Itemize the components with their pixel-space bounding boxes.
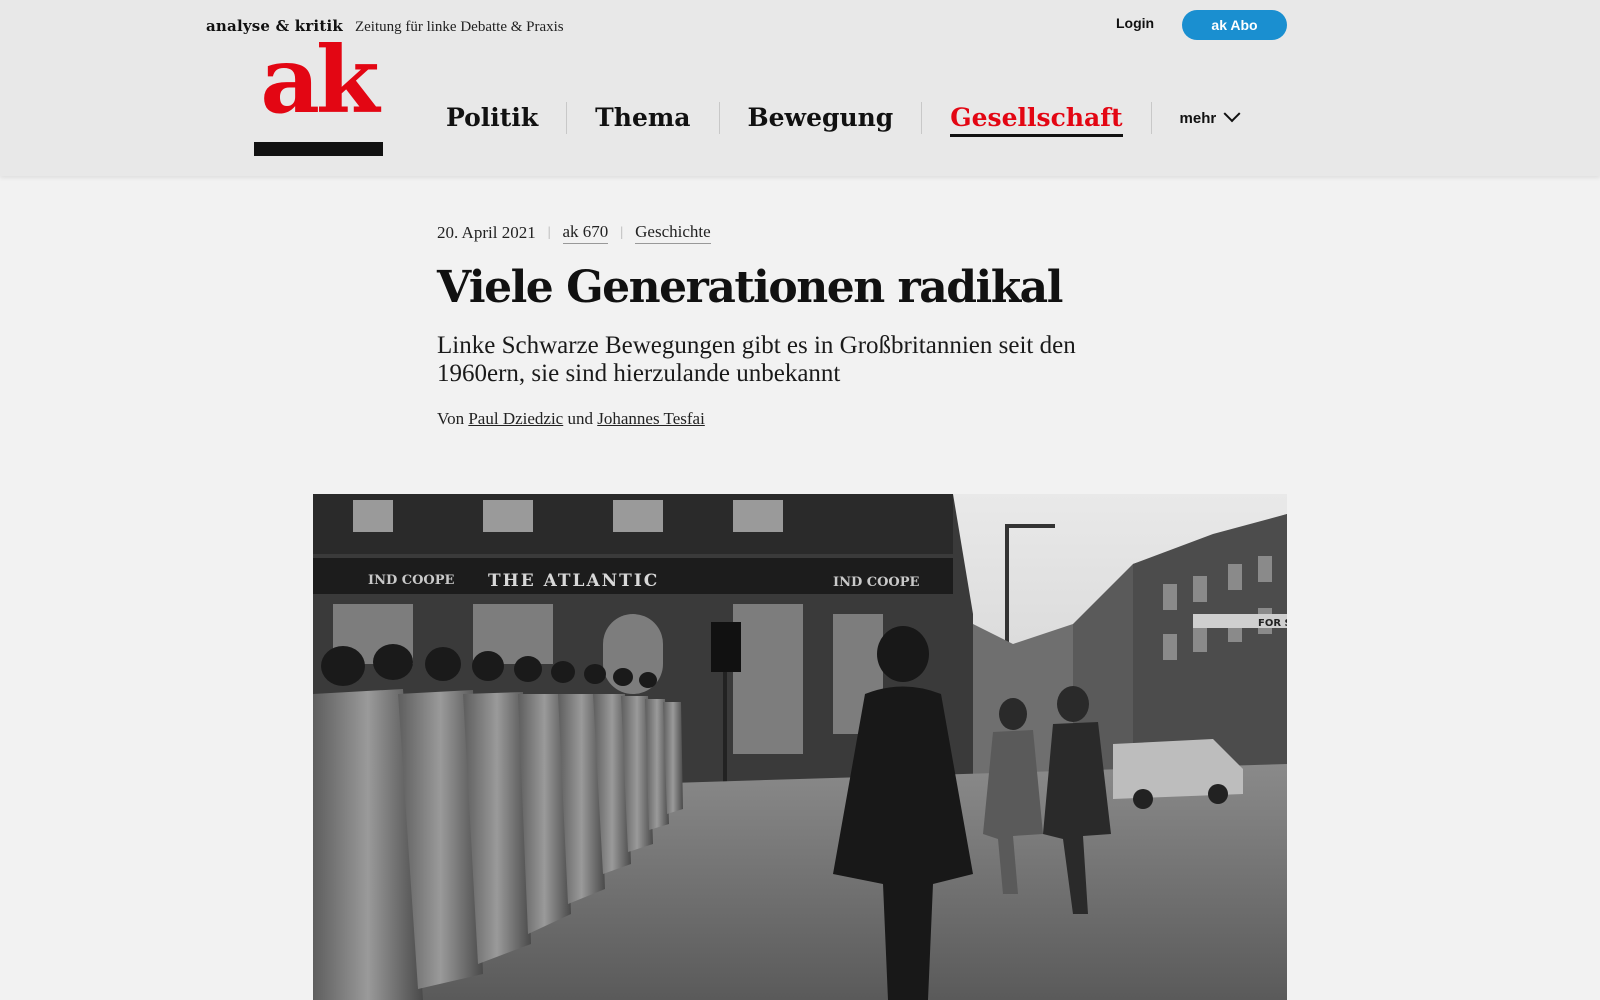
- byline-joiner: und: [567, 409, 593, 428]
- article-subtitle: Linke Schwarze Bewegungen gibt es in Gro…: [437, 332, 1076, 387]
- article-date: 20. April 2021: [437, 223, 536, 242]
- nav-item-politik[interactable]: Politik: [418, 96, 566, 140]
- sign-right: IND COOPE: [833, 575, 920, 590]
- issue-link[interactable]: ak 670: [562, 222, 609, 244]
- article-meta: 20. April 2021 | ak 670 | Geschichte: [437, 222, 711, 244]
- logo-text: ak: [260, 26, 379, 134]
- sign-left: IND COOPE: [368, 573, 455, 588]
- meta-separator: |: [620, 225, 624, 240]
- hero-image[interactable]: FOR SA IND COOPE THE ATLANTIC IND COOPE: [313, 494, 1287, 1000]
- category-link[interactable]: Geschichte: [635, 222, 711, 244]
- ak-logo[interactable]: ak: [253, 34, 383, 158]
- pub-sign: THE ATLANTIC: [488, 571, 659, 591]
- site-header: analyse & kritik Zeitung für linke Debat…: [0, 0, 1600, 176]
- login-link[interactable]: Login: [1116, 15, 1154, 31]
- nav-item-thema[interactable]: Thema: [567, 96, 718, 140]
- nav-more-label: mehr: [1179, 109, 1217, 127]
- article-title: Viele Generationen radikal: [437, 262, 1063, 313]
- nav-more-menu[interactable]: mehr: [1152, 105, 1267, 127]
- subscribe-button[interactable]: ak Abo: [1182, 10, 1287, 40]
- brand-tagline: Zeitung für linke Debatte & Praxis: [354, 19, 564, 35]
- byline-prefix: Von: [437, 409, 465, 428]
- nav-item-bewegung[interactable]: Bewegung: [720, 96, 922, 140]
- hero-photo: FOR SA IND COOPE THE ATLANTIC IND COOPE: [313, 494, 1287, 1000]
- author-link[interactable]: Paul Dziedzic: [468, 409, 563, 428]
- main-nav: Politik Thema Bewegung Gesellschaft mehr: [418, 96, 1266, 140]
- meta-separator: |: [547, 225, 551, 240]
- logo-bar: [254, 142, 383, 156]
- author-link[interactable]: Johannes Tesfai: [597, 409, 705, 428]
- byline: Von Paul Dziedzic und Johannes Tesfai: [437, 409, 705, 429]
- nav-item-gesellschaft[interactable]: Gesellschaft: [922, 96, 1150, 140]
- shop-sign: FOR SA: [1258, 618, 1287, 629]
- chevron-down-icon: [1223, 105, 1241, 123]
